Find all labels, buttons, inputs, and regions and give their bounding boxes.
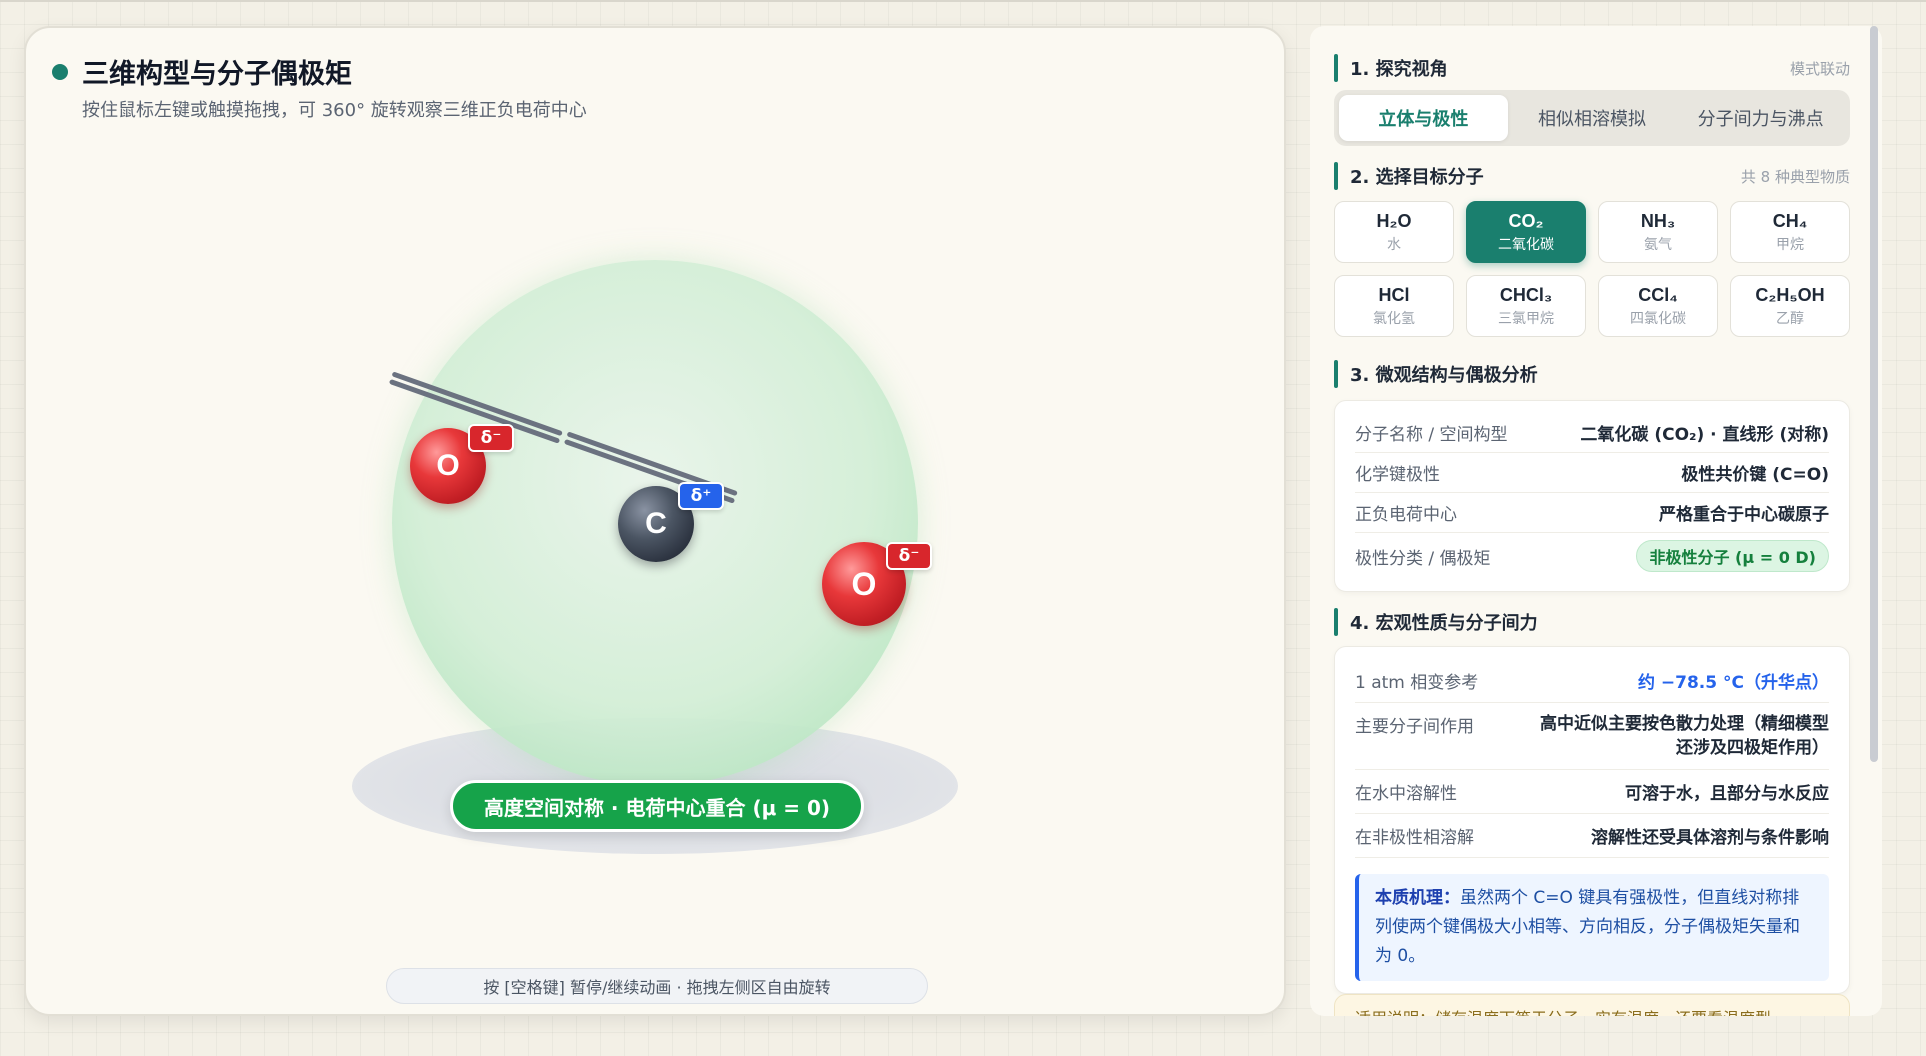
molecule-formula: HCl [1378, 284, 1410, 305]
molecule-name: 乙醇 [1776, 310, 1804, 327]
info-row: 在非极性相溶解 溶解性还受具体溶剂与条件影响 [1355, 814, 1829, 858]
info-row: 化学键极性 极性共价键 (C=O) [1355, 453, 1829, 493]
partial-positive-badge: δ⁺ [678, 482, 724, 510]
section-accent-bar [1334, 608, 1338, 636]
sidebar-scrollbar[interactable] [1870, 26, 1878, 762]
section-title: 3. 微观结构与偶极分析 [1350, 365, 1538, 386]
info-value: 高中近似主要按色散力处理（精细模型还涉及四极矩作用） [1540, 714, 1829, 758]
info-key: 极性分类 / 偶极矩 [1355, 548, 1491, 569]
info-key: 化学键极性 [1355, 465, 1440, 485]
molecule-grid: H₂O 水 CO₂ 二氧化碳 NH₃ 氨气 CH₄ 甲烷 HCl 氯化氢 CHC… [1334, 201, 1850, 337]
info-row: 正负电荷中心 严格重合于中心碳原子 [1355, 493, 1829, 533]
partial-negative-badge-left: δ⁻ [468, 424, 514, 452]
applicability-card: 适用说明：储存温度下等于分子，实有温度，还要看温度型 [1334, 994, 1850, 1016]
info-value: 二氧化碳 (CO₂) · 直线形 (对称) [1580, 425, 1829, 445]
tab-stereo-polarity[interactable]: 立体与极性 [1339, 95, 1508, 141]
info-value: 约 −78.5 °C（升华点） [1637, 673, 1829, 693]
molecule-formula: CHCl₃ [1499, 284, 1553, 305]
controls-hint: 按 [空格键] 暂停/继续动画 · 拖拽左侧区自由旋转 [386, 968, 928, 1004]
molecule-formula: CO₂ [1508, 210, 1544, 231]
info-row: 分子名称 / 空间构型 二氧化碳 (CO₂) · 直线形 (对称) [1355, 413, 1829, 453]
info-key: 在水中溶解性 [1355, 784, 1457, 804]
molecule-card-chcl3[interactable]: CHCl₃ 三氯甲烷 [1466, 275, 1586, 337]
section-molecule-header: 2. 选择目标分子 共 8 种典型物质 [1334, 162, 1850, 190]
molecule-card-ccl4[interactable]: CCl₄ 四氯化碳 [1598, 275, 1718, 337]
info-key: 在非极性相溶解 [1355, 828, 1474, 848]
info-value: 严格重合于中心碳原子 [1659, 505, 1829, 525]
window-top-border [0, 0, 1926, 2]
molecule-formula: CH₄ [1772, 210, 1808, 231]
molecule-formula: CCl₄ [1638, 284, 1678, 305]
info-key: 分子名称 / 空间构型 [1355, 425, 1508, 445]
section-aside: 共 8 种典型物质 [1740, 167, 1850, 186]
molecule-name: 氯化氢 [1373, 310, 1415, 327]
info-row: 1 atm 相变参考 约 −78.5 °C（升华点） [1355, 659, 1829, 703]
info-key: 正负电荷中心 [1355, 505, 1457, 525]
molecule-viewer-panel: 三维构型与分子偶极矩 按住鼠标左键或触摸拖拽，可 360° 旋转观察三维正负电荷… [24, 26, 1286, 1016]
molecule-card-hcl[interactable]: HCl 氯化氢 [1334, 275, 1454, 337]
info-value: 溶解性还受具体溶剂与条件影响 [1591, 828, 1829, 848]
section-title: 1. 探究视角 [1350, 59, 1448, 80]
molecule-name: 水 [1387, 236, 1401, 253]
section-macro-header: 4. 宏观性质与分子间力 [1334, 608, 1850, 636]
macro-properties-card: 1 atm 相变参考 约 −78.5 °C（升华点） 主要分子间作用 高中近似主… [1334, 646, 1850, 994]
molecule-card-nh3[interactable]: NH₃ 氨气 [1598, 201, 1718, 263]
molecule-name: 二氧化碳 [1498, 236, 1554, 253]
info-value: 可溶于水，且部分与水反应 [1625, 784, 1829, 804]
tab-intermolecular-boiling[interactable]: 分子间力与沸点 [1676, 95, 1845, 141]
info-value: 极性共价键 (C=O) [1681, 465, 1829, 485]
polarity-badge: 非极性分子 (μ = 0 D) [1636, 540, 1829, 572]
info-key: 主要分子间作用 [1355, 717, 1474, 737]
info-row: 极性分类 / 偶极矩 非极性分子 (μ = 0 D) [1355, 533, 1829, 579]
info-row: 在水中溶解性 可溶于水，且部分与水反应 [1355, 770, 1829, 814]
molecule-formula: NH₃ [1640, 210, 1676, 231]
molecule-name: 甲烷 [1776, 236, 1804, 253]
molecule-name: 四氯化碳 [1630, 310, 1686, 327]
molecule-card-ch4[interactable]: CH₄ 甲烷 [1730, 201, 1850, 263]
section-accent-bar [1334, 162, 1338, 190]
molecule-card-c2h5oh[interactable]: C₂H₅OH 乙醇 [1730, 275, 1850, 337]
molecule-card-co2[interactable]: CO₂ 二氧化碳 [1466, 201, 1586, 263]
section-perspective-header: 1. 探究视角 模式联动 [1334, 54, 1850, 82]
perspective-tabs: 立体与极性 相似相溶模拟 分子间力与沸点 [1334, 90, 1850, 146]
molecule-name: 氨气 [1644, 236, 1672, 253]
section-structure-header: 3. 微观结构与偶极分析 [1334, 360, 1850, 388]
info-key: 1 atm 相变参考 [1355, 673, 1479, 693]
info-row: 主要分子间作用 高中近似主要按色散力处理（精细模型还涉及四极矩作用） [1355, 703, 1829, 770]
molecule-formula: C₂H₅OH [1755, 284, 1825, 305]
rotation-stage[interactable]: O C O δ⁻ δ⁺ δ⁻ 高度空间对称 · 电荷中心重合 (μ = 0) [26, 28, 1284, 1014]
partial-negative-badge-right: δ⁻ [886, 542, 932, 570]
mechanism-note: 本质机理：虽然两个 C=O 键具有强极性，但直线对称排列使两个键偶极大小相等、方… [1355, 874, 1829, 981]
molecule-formula: H₂O [1376, 210, 1412, 231]
section-accent-bar [1334, 360, 1338, 388]
molecule-name: 三氯甲烷 [1498, 310, 1554, 327]
tab-like-dissolves-like[interactable]: 相似相溶模拟 [1508, 95, 1677, 141]
note-label: 本质机理： [1375, 888, 1460, 908]
section-title: 4. 宏观性质与分子间力 [1350, 613, 1538, 634]
section-accent-bar [1334, 54, 1338, 82]
section-aside: 模式联动 [1789, 59, 1850, 78]
molecule-card-h2o[interactable]: H₂O 水 [1334, 201, 1454, 263]
section-title: 2. 选择目标分子 [1350, 167, 1484, 188]
control-sidebar: 1. 探究视角 模式联动 立体与极性 相似相溶模拟 分子间力与沸点 2. 选择目… [1310, 26, 1882, 1016]
structure-analysis-card: 分子名称 / 空间构型 二氧化碳 (CO₂) · 直线形 (对称) 化学键极性 … [1334, 400, 1850, 592]
symmetry-verdict-badge: 高度空间对称 · 电荷中心重合 (μ = 0) [450, 780, 864, 832]
